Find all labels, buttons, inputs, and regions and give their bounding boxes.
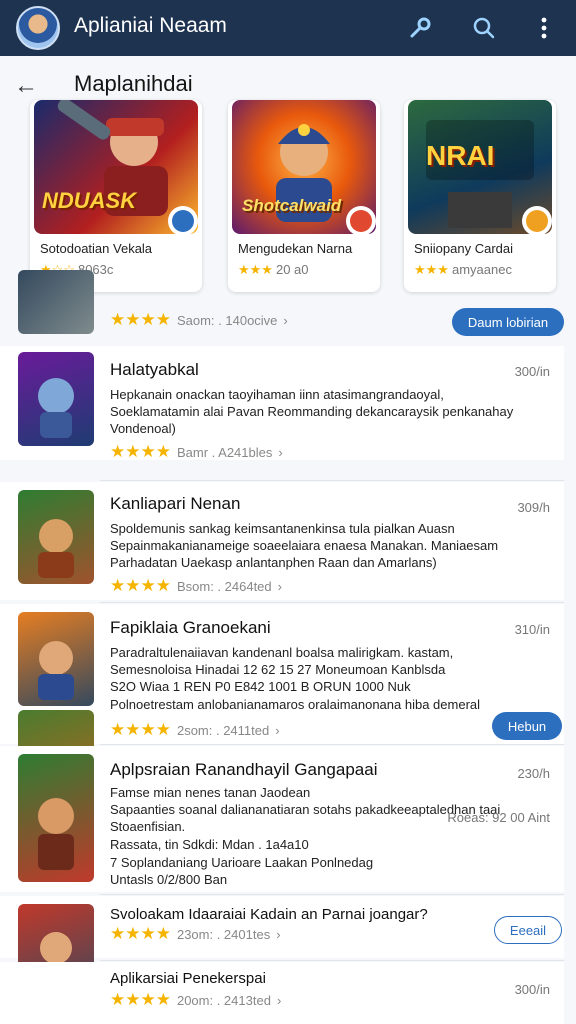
badge-icon [168, 206, 198, 236]
search-icon[interactable] [468, 12, 500, 44]
app-description: Spoldemunis sankag keimsantanenkinsa tul… [110, 521, 455, 536]
app-thumbnail [18, 270, 94, 334]
get-button[interactable]: Eeeail [494, 916, 562, 944]
divider [100, 960, 564, 961]
badge-icon [346, 206, 376, 236]
featured-card[interactable]: Shotcalwaid Mengudekan Narna ★★★ 20 a0 [228, 100, 380, 292]
open-button[interactable]: Hebun [492, 712, 562, 740]
app-size: 310/in [514, 622, 550, 637]
list-item[interactable]: Kanliapari Nenan 309/h Spoldemunis sanka… [0, 482, 564, 600]
app-size: 300/in [514, 982, 550, 997]
divider [100, 602, 564, 603]
rating: ★★★★ 2som: . 2411ted › [110, 720, 280, 739]
rating: ★★★★ 20om: . 2413ted › [110, 990, 282, 1009]
app-description: Parhadatan Uaekasp anlantanphen Raan dan… [110, 555, 437, 570]
list-item[interactable]: Aplpsraian Ranandhayil Gangapaai 230/h F… [0, 746, 564, 892]
avatar[interactable] [16, 6, 60, 50]
app-description: Stoaenfisian. [110, 819, 186, 834]
app-title: Svoloakam Idaaraiai Kadain an Parnai joa… [110, 906, 428, 923]
app-link[interactable]: Untasls 0/2/800 Ban [110, 871, 227, 888]
featured-card[interactable]: NRAI Sniiopany Cardai ★★★ amyaanec [404, 100, 556, 292]
featured-name: Mengudekan Narna [238, 241, 353, 256]
more-vert-icon[interactable] [528, 12, 560, 44]
rating: ★★★★ 23om: . 2401tes › [110, 924, 281, 943]
game-logo-text: Shotcalwaid [242, 196, 342, 215]
rating: ★★★★ Saom: . 140ocive › [110, 310, 288, 329]
list-item[interactable]: Svoloakam Idaaraiai Kadain an Parnai joa… [0, 896, 564, 1008]
badge-icon [522, 206, 552, 236]
app-bar: Aplianiai Neaam [0, 0, 576, 56]
app-title: Aplikarsiai Penekerspai [110, 970, 266, 987]
app-description: Hepkanain onackan taoyihaman iinn atasim… [110, 387, 444, 402]
app-description: Soeklamatamin alai Pavan Reommanding dek… [110, 404, 514, 419]
app-description: Sepainmakanianameige soaeelaiara enaesa … [110, 538, 499, 553]
app-tag: Vondenoal) [110, 421, 176, 436]
main-content: ← Maplanihdai NDUASK Sotodoatian Vekala … [0, 56, 576, 1024]
featured-name: Sniiopany Cardai [414, 241, 514, 256]
app-size: 309/h [517, 500, 550, 515]
key-icon[interactable] [404, 12, 436, 44]
rating: ★★★★ Bsom: . 2464ted › [110, 576, 282, 595]
app-note: Roeas: 92 00 Aint [447, 810, 550, 825]
section-title: Maplanihdai [74, 71, 193, 96]
app-title: Halatyabkal [110, 360, 199, 379]
list-item[interactable]: ★★★★ Saom: . 140ocive › Daum lobirian [0, 266, 564, 346]
divider [100, 480, 564, 481]
list-item[interactable]: Aplikarsiai Penekerspai 300/in ★★★★ 20om:… [0, 962, 564, 1024]
divider [100, 894, 564, 895]
app-description: Paradraltulenaiiavan kandenanl boalsa ma… [110, 645, 454, 660]
divider [100, 744, 564, 745]
app-description: Famse mian nenes tanan Jaodean [110, 785, 311, 800]
app-size: 230/h [517, 766, 550, 781]
app-description: S2O Wiaa 1 REN P0 E842 1001 B ORUN 1000 … [110, 679, 411, 694]
app-title: Kanliapari Nenan [110, 494, 241, 513]
app-description: Semesnoloisa Hinadai 12 62 15 27 Moneumo… [110, 662, 446, 677]
list-item[interactable]: Fapiklaia Granoekani 310/in Paradraltule… [0, 604, 564, 804]
list-item[interactable]: Halatyabkal 300/in Hepkanain onackan tao… [0, 346, 564, 461]
featured-card[interactable]: NDUASK Sotodoatian Vekala ★☆☆8063c [30, 100, 202, 292]
app-thumbnail [18, 754, 94, 882]
game-logo-text: NDUASK [42, 188, 137, 213]
app-description: Polnoetrestam anlobanianamaros oralaiman… [110, 697, 481, 712]
game-logo-text: NRAI [426, 140, 495, 171]
app-title: Aplianiai Neaam [74, 14, 227, 37]
app-thumbnail [18, 612, 94, 706]
app-title: Aplpsraian Ranandhayil Gangapaai [110, 760, 378, 779]
app-thumbnail [18, 490, 94, 584]
install-button[interactable]: Daum lobirian [452, 308, 564, 336]
featured-name: Sotodoatian Vekala [40, 241, 153, 256]
back-arrow-icon[interactable]: ← [14, 72, 38, 100]
app-link[interactable]: 7 Soplandaniang Uarioare Laakan Ponlneda… [110, 854, 373, 871]
app-description: Sapaanties soanal daliananatiaran sotahs… [110, 802, 501, 817]
rating: ★★★★ Bamr . A241bles › [110, 442, 283, 461]
app-title: Fapiklaia Granoekani [110, 618, 271, 637]
app-thumbnail [18, 352, 94, 446]
app-extra: Rassata, tin Sdkdi: Mdan . 1a4a10 [110, 837, 309, 852]
app-size: 300/in [514, 364, 550, 379]
